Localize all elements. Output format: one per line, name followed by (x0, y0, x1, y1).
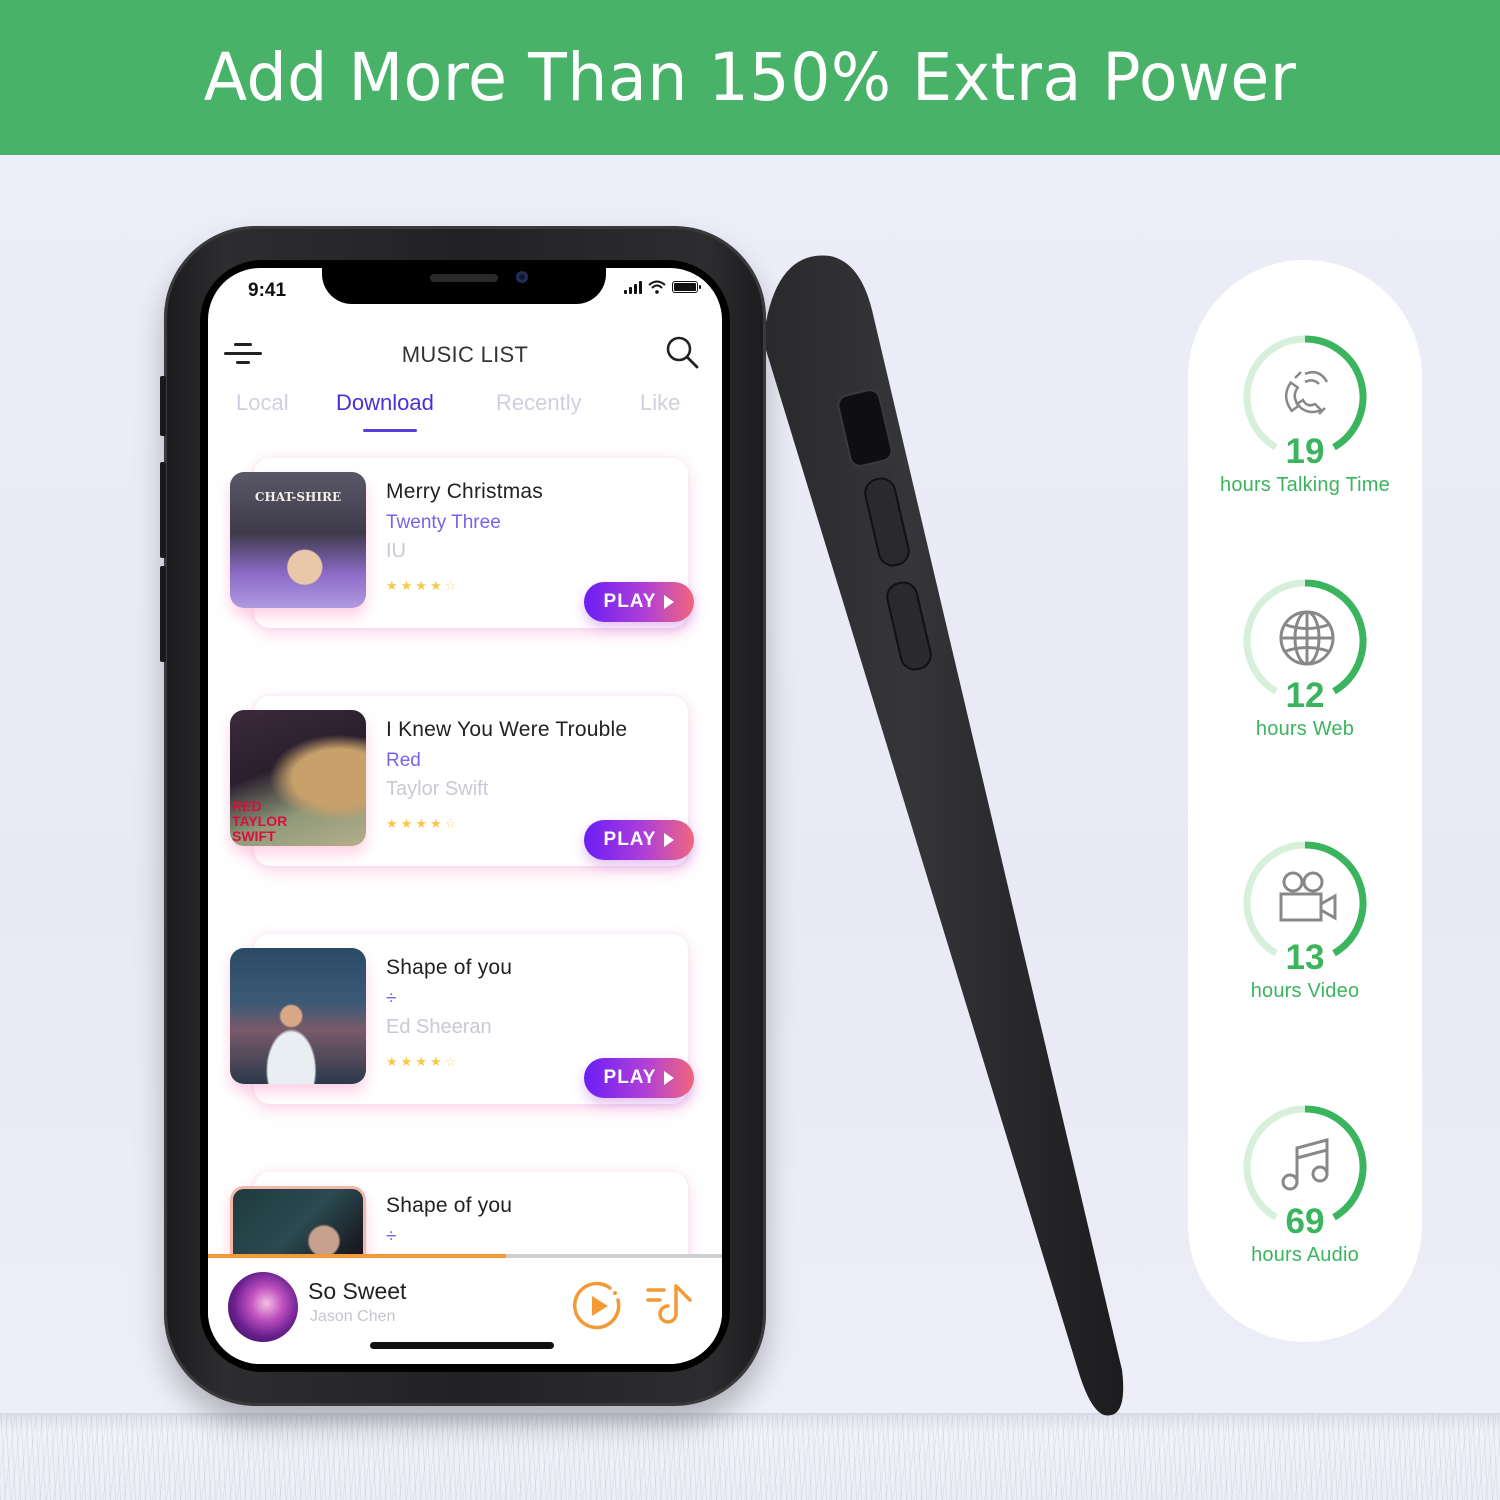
star-filled-icon: ★ (386, 1054, 398, 1069)
play-triangle-icon (664, 595, 675, 609)
volume-down-button (160, 566, 166, 662)
now-playing-art (228, 1272, 298, 1342)
album-art-text: RED TAYLOR SWIFT (232, 798, 288, 844)
wifi-icon (648, 280, 666, 294)
home-indicator (370, 1342, 554, 1349)
stat-web: 12 hours Web (1188, 576, 1422, 776)
star-filled-icon: ★ (400, 578, 413, 593)
now-playing-title: So Sweet (308, 1278, 407, 1304)
album-art: RED TAYLOR SWIFT (230, 710, 366, 846)
phone-side-view (766, 255, 1124, 1416)
star-filled-icon: ★ (415, 816, 427, 831)
video-camera-icon (1279, 871, 1337, 922)
play-triangle-icon (664, 833, 675, 847)
phone-icon (1284, 371, 1329, 415)
star-empty-icon: ☆ (444, 1054, 457, 1069)
mute-switch (160, 376, 166, 436)
stat-value: 19 (1285, 432, 1325, 471)
star-filled-icon: ★ (429, 816, 442, 831)
song-album: ÷ (386, 988, 397, 1009)
stat-value: 69 (1285, 1202, 1325, 1241)
now-playing-artist: Jason Chen (310, 1308, 396, 1325)
earpiece-speaker (430, 274, 498, 282)
album-art: CHAT-SHIRE (230, 472, 366, 608)
star-filled-icon: ★ (429, 578, 442, 593)
playlist-music-icon[interactable] (646, 1280, 696, 1328)
play-button[interactable]: PLAY (584, 820, 694, 860)
tab-download[interactable]: Download (336, 390, 434, 416)
phone-front: 9:41 MUSIC LIST Local Download Recently … (160, 226, 766, 1406)
notch (322, 268, 606, 304)
star-filled-icon: ★ (429, 1054, 442, 1069)
star-rating: ★ ★ ★ ★ ☆ (386, 816, 456, 832)
song-title: I Knew You Were Trouble (386, 718, 628, 741)
stat-value: 12 (1285, 676, 1325, 715)
star-rating: ★ ★ ★ ★ ☆ (386, 1054, 456, 1070)
phone-screen: 9:41 MUSIC LIST Local Download Recently … (208, 268, 722, 1364)
song-card[interactable]: RED TAYLOR SWIFT I Knew You Were Trouble… (230, 696, 700, 866)
star-filled-icon: ★ (386, 816, 398, 831)
headline-banner: Add More Than 150% Extra Power (0, 0, 1500, 155)
star-empty-icon: ☆ (444, 816, 457, 831)
star-filled-icon: ★ (386, 578, 398, 593)
tab-bar: Local Download Recently Like (208, 390, 722, 432)
tab-like[interactable]: Like (640, 390, 680, 416)
volume-up-button (160, 462, 166, 558)
globe-icon (1279, 610, 1335, 666)
floor-surface (0, 1415, 1500, 1500)
star-filled-icon: ★ (415, 578, 427, 593)
play-button[interactable]: PLAY (584, 582, 694, 622)
active-tab-indicator (363, 429, 417, 432)
play-button-label: PLAY (603, 829, 657, 850)
song-artist: Ed Sheeran (386, 1016, 492, 1038)
music-note-icon (1281, 1138, 1329, 1191)
song-title: Merry Christmas (386, 480, 544, 503)
app-title: MUSIC LIST (401, 342, 529, 367)
play-circle-icon[interactable] (572, 1280, 624, 1332)
stat-label: hours Web (1255, 718, 1355, 740)
battery-stats-panel: 19 hours Talking Time 12 hours Web 13 ho… (1188, 260, 1422, 1342)
case-body (766, 255, 1124, 1416)
stat-label: hours Audio (1251, 1244, 1359, 1266)
tab-recently[interactable]: Recently (496, 390, 582, 416)
song-album: ÷ (386, 1226, 397, 1247)
song-title: Shape of you (386, 956, 513, 979)
tab-local[interactable]: Local (236, 390, 289, 416)
battery-icon (672, 281, 701, 293)
cellular-signal-icon (624, 280, 642, 294)
song-artist: Taylor Swift (386, 778, 489, 800)
album-art-text: CHAT-SHIRE (254, 490, 342, 504)
play-button[interactable]: PLAY (584, 1058, 694, 1098)
star-rating: ★ ★ ★ ★ ☆ (386, 578, 456, 594)
album-art (230, 948, 366, 1084)
star-empty-icon: ☆ (444, 578, 457, 593)
search-icon[interactable] (664, 334, 700, 370)
star-filled-icon: ★ (415, 1054, 427, 1069)
play-triangle-icon (664, 1071, 675, 1085)
song-card[interactable]: Shape of you ÷ Ed Sheeran ★ ★ ★ ★ ☆ PLAY (230, 934, 700, 1104)
stat-value: 13 (1285, 938, 1325, 977)
song-title: Shape of you (386, 1194, 513, 1217)
headline: Add More Than 150% Extra Power (203, 39, 1297, 116)
song-album: Twenty Three (386, 512, 501, 533)
song-album: Red (386, 750, 421, 771)
stat-video: 13 hours Video (1188, 838, 1422, 1038)
star-filled-icon: ★ (400, 816, 413, 831)
status-icons (624, 280, 701, 294)
app-header: MUSIC LIST (208, 328, 722, 378)
star-filled-icon: ★ (400, 1054, 413, 1069)
song-card[interactable]: CHAT-SHIRE Merry Christmas Twenty Three … (230, 458, 700, 628)
front-camera (516, 271, 528, 283)
stat-talk-time: 19 hours Talking Time (1188, 332, 1422, 532)
stat-label: hours Video (1250, 980, 1360, 1002)
stat-audio: 69 hours Audio (1188, 1102, 1422, 1302)
status-time: 9:41 (248, 280, 287, 301)
stat-label: hours Talking Time (1220, 474, 1390, 496)
play-button-label: PLAY (603, 1067, 657, 1088)
song-artist: IU (386, 540, 406, 562)
play-button-label: PLAY (603, 591, 657, 612)
